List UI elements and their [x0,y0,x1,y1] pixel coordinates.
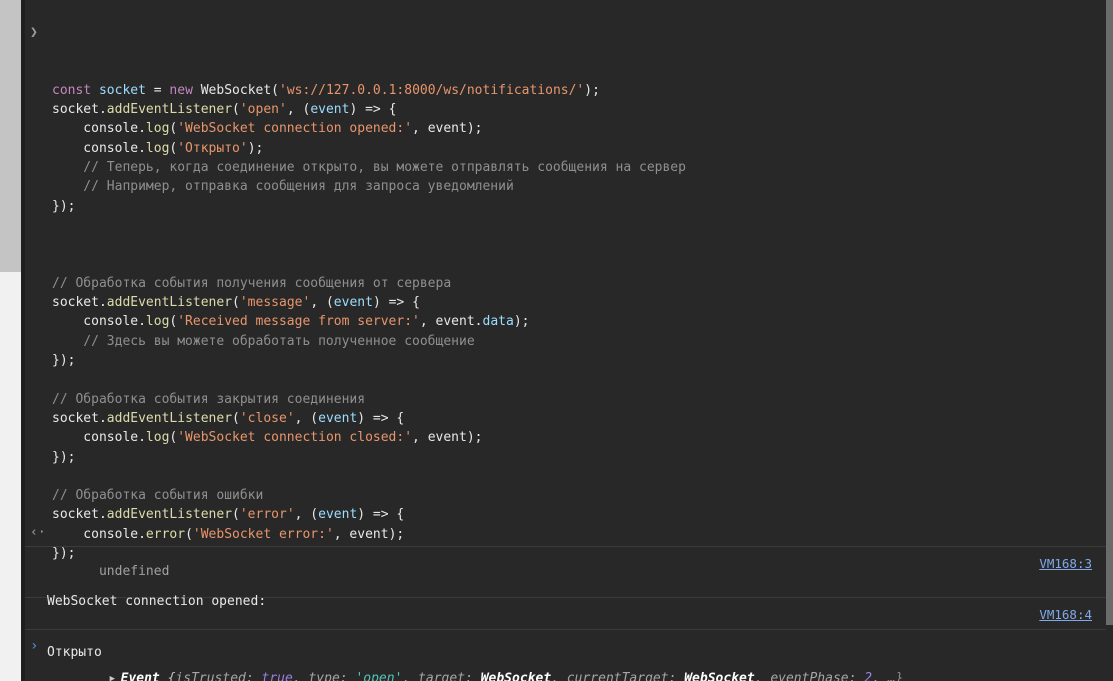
code-token: socket. [52,102,107,118]
command-source-code: const socket = new WebSocket('ws://127.0… [52,81,1106,563]
code-token: 'ws://127.0.0.1:8000/ws/notifications/' [279,82,585,98]
code-token: event [333,295,373,311]
code-token: , event. [419,314,483,330]
code-token: data [482,314,514,330]
console-message-close-event[interactable]: ▶CloseEvent {isTrusted: true, wasClean: … [25,0,1106,10]
code-line: socket.addEventListener('open', (event) … [52,100,1106,119]
code-token: }); [52,449,76,465]
code-token: , event); [412,121,483,137]
code-token: // Обработка события ошибки [52,488,264,504]
console-message-list: ▶CloseEvent {isTrusted: true, wasClean: … [25,0,1106,681]
code-token: console. [52,140,146,156]
console-input[interactable] [52,632,452,651]
code-line: // Обработка события ошибки [52,486,1106,505]
code-token: // Теперь, когда соединение открыто, вы … [52,160,686,176]
console-log-row[interactable]: WebSocket connection opened: ▶ Event {isT… [25,548,1106,681]
log-source-link[interactable]: VM168:4 [1039,605,1092,624]
code-token: ) => { [357,410,405,426]
code-token: 'message' [239,295,311,311]
code-token: socket. [52,295,107,311]
code-line: // Теперь, когда соединение открыто, вы … [52,158,1106,177]
code-token: addEventListener [106,410,233,426]
code-line: const socket = new WebSocket('ws://127.0… [52,81,1106,100]
code-token: }); [52,198,76,214]
right-scrollbar-thumb[interactable] [1106,0,1113,625]
code-token: socket. [52,410,107,426]
code-token: ( [232,410,240,426]
devtools-console-panel: ▶CloseEvent {isTrusted: true, wasClean: … [0,0,1113,681]
console-log-row[interactable]: Открыто VM168:4 [25,599,1106,660]
code-token: log [145,430,170,446]
code-token: const [52,82,99,98]
console-result-undefined: ‹· undefined [25,519,1106,579]
code-line: }); [52,448,1106,467]
code-token: event [310,102,350,118]
code-token: ( [232,295,240,311]
code-token: , event); [412,430,483,446]
code-token: 'Открыто' [177,140,248,156]
code-token: event [318,410,358,426]
code-line: console.log('WebSocket connection closed… [52,428,1106,447]
code-line: socket.addEventListener('close', (event)… [52,409,1106,428]
code-line: console.log('Received message from serve… [52,312,1106,331]
code-token: , ( [310,295,334,311]
console-prompt-row[interactable]: › [25,632,1106,662]
code-token: addEventListener [106,295,233,311]
code-token: // Обработка события получения сообщения… [52,275,452,291]
console-vertical-scrollbar[interactable] [0,0,21,681]
code-token: ( [232,102,240,118]
code-line: console.log('WebSocket connection opened… [52,119,1106,138]
code-token: new [169,82,201,98]
code-line: // Обработка события получения сообщения… [52,274,1106,293]
code-token: , ( [294,410,319,426]
code-line: // Здесь вы можете обработать полученное… [52,332,1106,351]
code-line: console.log('Открыто'); [52,139,1106,158]
code-token: log [145,140,170,156]
code-token: = [153,82,170,98]
code-line: // Обработка события закрытия соединения [52,390,1106,409]
panel-left-edge [21,0,25,681]
prompt-arrow-icon: › [30,638,39,654]
code-token: 'WebSocket connection opened:' [177,121,413,137]
scrollbar-thumb[interactable] [0,0,21,272]
log-source-link[interactable]: VM168:3 [1039,554,1092,573]
code-token: console. [52,314,146,330]
code-token: ); [513,314,530,330]
code-token: socket [98,82,154,98]
code-token: 'Received message from server:' [177,314,420,330]
code-token: // Обработка события закрытия соединения [52,391,366,407]
code-token: 'WebSocket connection closed:' [177,430,413,446]
code-token: log [145,314,170,330]
code-token: 'close' [239,410,295,426]
code-token: addEventListener [106,102,233,118]
code-token: 'open' [239,102,287,118]
code-token: console. [52,430,146,446]
code-token: ) => { [349,102,397,118]
code-token: // Например, отправка сообщения для запр… [52,179,514,195]
code-token: log [145,121,170,137]
code-token: // Здесь вы можете обработать полученное… [52,333,475,349]
code-token: , ( [286,102,311,118]
console-right-scrollbar[interactable] [1106,0,1113,681]
code-token: ); [584,82,600,98]
result-arrow-icon: ‹· [30,525,46,540]
code-token: WebSocket( [200,82,280,98]
code-line: // Например, отправка сообщения для запр… [52,177,1106,196]
code-line: }); [52,197,1106,216]
command-arrow-icon: ❯ [30,25,38,40]
code-token: }); [52,353,76,369]
code-line: }); [52,351,1106,370]
code-token: console. [52,121,146,137]
code-token: ); [247,140,264,156]
code-line: socket.addEventListener('message', (even… [52,293,1106,312]
code-token: ) => { [372,295,420,311]
